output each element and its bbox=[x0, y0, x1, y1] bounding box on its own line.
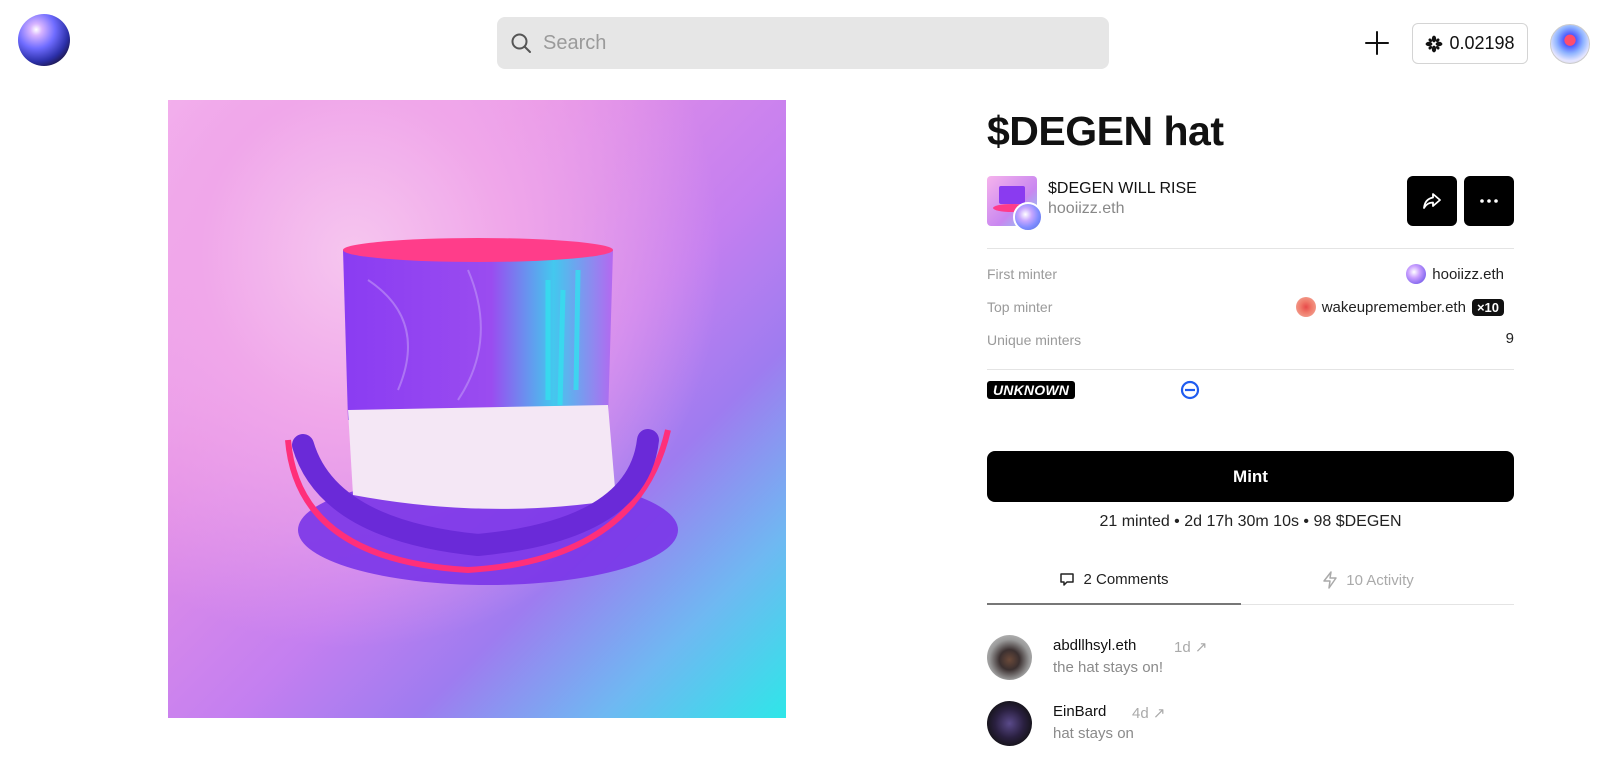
create-button[interactable] bbox=[1361, 27, 1393, 59]
more-icon bbox=[1480, 199, 1498, 203]
more-options-button[interactable] bbox=[1464, 176, 1514, 226]
creator-avatar[interactable] bbox=[1013, 202, 1043, 232]
comment-text: hat stays on bbox=[1053, 725, 1134, 742]
user-avatar[interactable] bbox=[1550, 24, 1590, 64]
top-minter-count-badge: ×10 bbox=[1471, 298, 1504, 316]
creator-name[interactable]: hooiizz.eth bbox=[1048, 200, 1125, 218]
search-bar[interactable] bbox=[497, 17, 1109, 69]
top-minter-avatar bbox=[1295, 297, 1316, 317]
mint-info: 21 minted • 2d 17h 30m 10s • 98 $DEGEN bbox=[1099, 513, 1402, 530]
commenter-name[interactable]: abdllhsyl.eth bbox=[1053, 637, 1136, 654]
tab-comments[interactable]: 2 Comments bbox=[987, 555, 1241, 605]
app-logo[interactable] bbox=[18, 14, 70, 66]
first-minter-name: hooiizz.eth bbox=[1432, 265, 1504, 283]
collection-row: $DEGEN WILL RISE hooiizz.eth bbox=[987, 176, 1514, 232]
top-minter-label: Top minter bbox=[987, 299, 1053, 315]
first-minter-label: First minter bbox=[987, 266, 1057, 282]
balance-value: 0.02198 bbox=[1449, 33, 1515, 53]
commenter-avatar[interactable] bbox=[987, 635, 1032, 680]
balance-button[interactable]: 0.02198 bbox=[1412, 23, 1528, 64]
top-hat-illustration bbox=[285, 238, 678, 585]
top-minter-row: Top minter wakeupremember.eth ×10 bbox=[987, 297, 1514, 319]
license-badge[interactable]: UNKNOWN bbox=[987, 381, 1076, 399]
tab-comments-label: 2 Comments bbox=[1083, 570, 1169, 588]
divider bbox=[987, 248, 1514, 249]
comment-item: EinBard 4d ↗ hat stays on bbox=[987, 701, 1514, 751]
lightning-icon bbox=[1323, 571, 1337, 589]
search-input[interactable] bbox=[543, 31, 1083, 55]
tab-bar: 2 Comments 10 Activity bbox=[987, 555, 1514, 605]
artwork-image bbox=[168, 100, 786, 718]
unique-minters-row: Unique minters 9 bbox=[987, 330, 1514, 352]
search-icon bbox=[511, 33, 531, 53]
first-minter-row: First minter hooiizz.eth bbox=[987, 264, 1514, 286]
comment-time[interactable]: 1d ↗ bbox=[1174, 638, 1207, 656]
comment-item: abdllhsyl.eth 1d ↗ the hat stays on! bbox=[987, 635, 1514, 685]
tab-activity-label: 10 Activity bbox=[1346, 571, 1414, 589]
mint-button[interactable]: Mint bbox=[987, 451, 1514, 502]
unique-minters-value: 9 bbox=[1505, 330, 1514, 347]
collection-name[interactable]: $DEGEN WILL RISE bbox=[1048, 180, 1197, 198]
divider bbox=[987, 369, 1514, 370]
token-title: $DEGEN hat bbox=[987, 108, 1224, 154]
top-minter-value[interactable]: wakeupremember.eth ×10 bbox=[1295, 297, 1504, 317]
top-header: 0.02198 bbox=[0, 0, 1600, 90]
first-minter-avatar bbox=[1406, 264, 1427, 284]
comment-icon bbox=[1060, 573, 1075, 586]
top-minter-name: wakeupremember.eth bbox=[1321, 298, 1466, 316]
comment-text: the hat stays on! bbox=[1053, 659, 1164, 676]
comment-time[interactable]: 4d ↗ bbox=[1132, 704, 1165, 722]
first-minter-value[interactable]: hooiizz.eth bbox=[1406, 264, 1504, 284]
chain-icon[interactable] bbox=[1180, 380, 1200, 400]
commenter-avatar[interactable] bbox=[987, 701, 1032, 746]
asterisk-icon bbox=[1426, 35, 1443, 52]
unique-minters-label: Unique minters bbox=[987, 332, 1082, 348]
share-icon bbox=[1423, 193, 1441, 209]
share-button[interactable] bbox=[1407, 176, 1457, 226]
tab-activity[interactable]: 10 Activity bbox=[1241, 555, 1495, 605]
commenter-name[interactable]: EinBard bbox=[1053, 703, 1106, 720]
plus-icon bbox=[1365, 31, 1389, 55]
